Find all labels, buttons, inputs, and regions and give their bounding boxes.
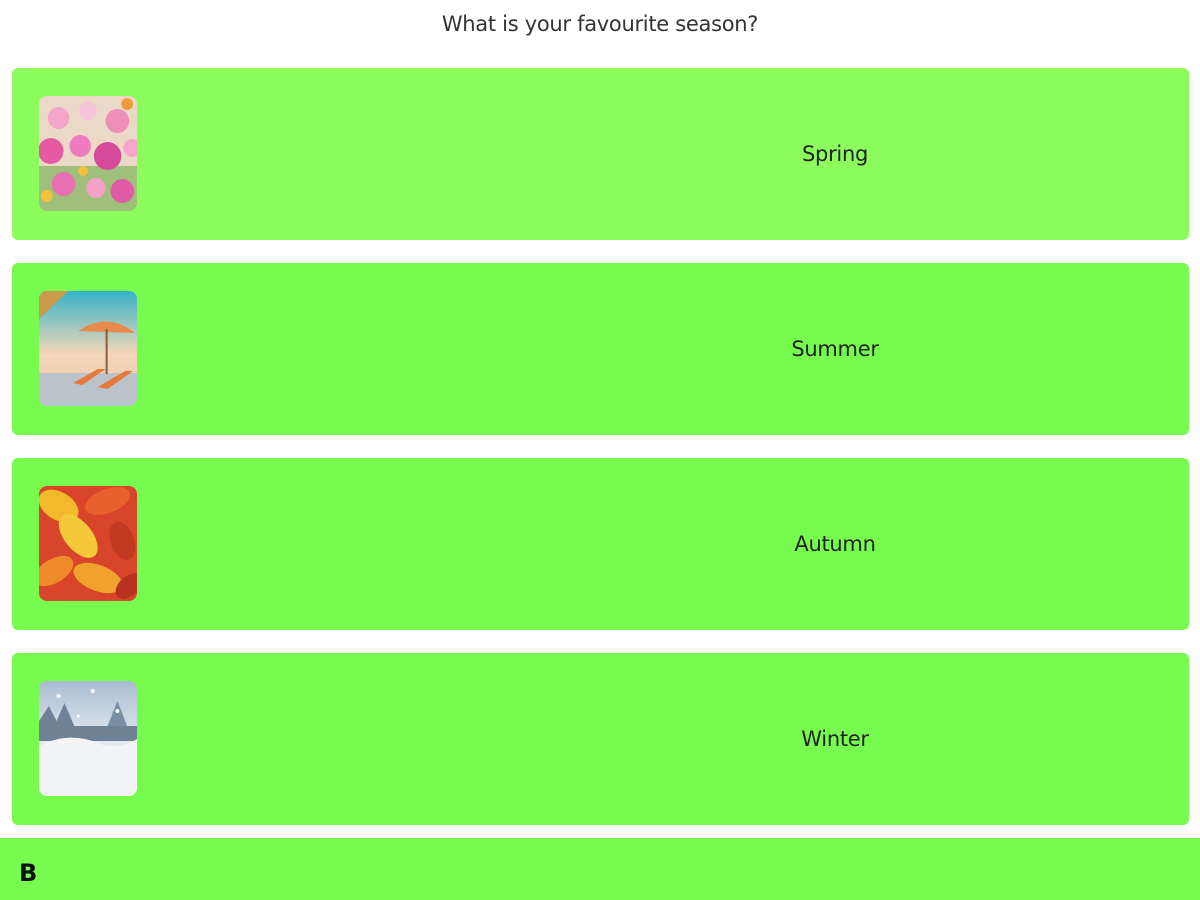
option-label: Summer [791, 337, 879, 361]
poll-page: What is your favourite season? Spring Su… [0, 0, 1200, 900]
autumn-leaves-image [39, 486, 137, 601]
question-title: What is your favourite season? [441, 12, 759, 36]
option-spring[interactable]: Spring [12, 68, 1189, 240]
spring-flowers-image [39, 96, 137, 211]
option-summer[interactable]: Summer [12, 263, 1189, 435]
option-winter[interactable]: Winter [12, 653, 1189, 825]
option-label: Winter [801, 727, 869, 751]
option-label: Spring [802, 142, 868, 166]
option-key-letter: B [19, 859, 38, 887]
option-label: Autumn [794, 532, 876, 556]
summer-beach-image [39, 291, 137, 406]
option-autumn[interactable]: Autumn [12, 458, 1189, 630]
options-list: Spring Summer Autumn Winter [12, 68, 1189, 848]
winter-snow-image [39, 681, 137, 796]
bottom-bar: B [0, 838, 1200, 900]
